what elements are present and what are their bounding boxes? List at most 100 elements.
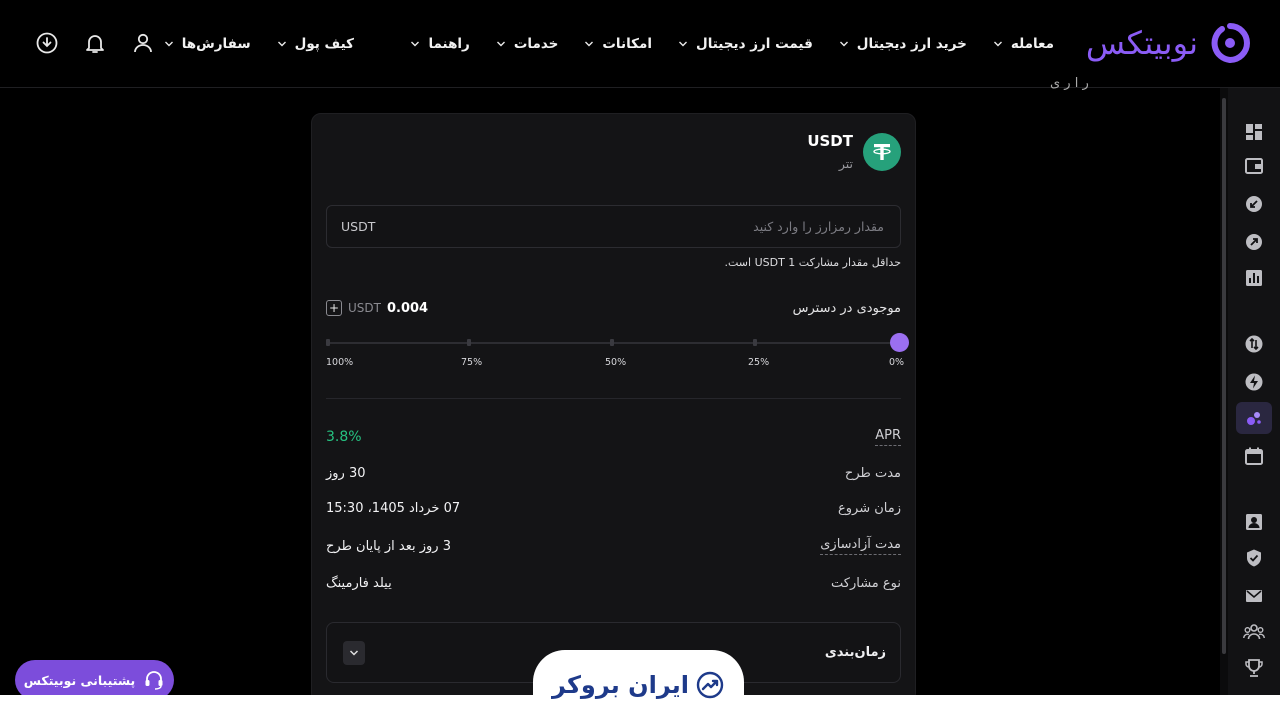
- nav-label: سفارش‌ها: [181, 36, 251, 52]
- start-time-value: 07 خرداد 1405، 15:30: [326, 500, 461, 516]
- staking-plan-card: USDT تتر USDT حداقل مقدار مشارکت USDT 1 …: [311, 113, 916, 703]
- slider-tick-25[interactable]: [752, 339, 757, 346]
- nav-label: خدمات: [513, 36, 559, 52]
- available-balance: + USDT 0.004: [326, 300, 428, 316]
- bell-icon: [86, 35, 104, 53]
- support-label: پشتیبانی نوبیتکس: [23, 672, 136, 688]
- scrollbar[interactable]: [1220, 88, 1228, 696]
- trophy-icon: [1245, 659, 1263, 677]
- available-balance-value: 0.004: [386, 300, 429, 316]
- chevron-down-icon: [349, 649, 359, 656]
- apr-value: 3.8%: [326, 429, 362, 445]
- report-icon: [1246, 270, 1262, 286]
- sidebar-item-staking[interactable]: [1236, 402, 1272, 434]
- sidebar-item-calendar[interactable]: [1240, 442, 1268, 470]
- chevron-down-icon: [164, 41, 173, 47]
- chevron-down-icon: [277, 41, 286, 47]
- sidebar-item-deposit[interactable]: [1240, 190, 1268, 218]
- support-button[interactable]: پشتیبانی نوبیتکس: [15, 660, 174, 700]
- release-value: 3 روز بعد از پایان طرح: [326, 538, 451, 554]
- slider-label-0: 0%: [889, 357, 905, 368]
- participation-type-row: نوع مشارکت ییلد فارمینگ: [326, 572, 901, 594]
- flash-icon: [1245, 373, 1263, 391]
- available-balance-row: موجودی در دسترس + USDT 0.004: [326, 298, 901, 318]
- amount-percent-slider[interactable]: [326, 332, 909, 354]
- nav-item-services[interactable]: خدمات: [496, 36, 559, 52]
- page-title-partial: ر ا ر ی: [1050, 76, 1089, 91]
- watermark-text: ایران بروکر: [552, 671, 689, 699]
- sidebar-item-wallet[interactable]: [1240, 152, 1268, 180]
- nav-item-buy-crypto[interactable]: خرید ارز دیجیتال: [839, 36, 967, 52]
- apr-label[interactable]: APR: [875, 428, 901, 446]
- nobitex-logo-icon: [1211, 23, 1250, 63]
- sidebar-item-referral[interactable]: [1240, 618, 1268, 646]
- nav-label: راهنما: [428, 36, 470, 52]
- headset-icon: [145, 671, 163, 690]
- release-row: مدت آزادسازی 3 روز بعد از پایان طرح: [326, 535, 901, 557]
- amount-input[interactable]: [526, 218, 886, 235]
- duration-row: مدت طرح 30 روز: [326, 462, 901, 484]
- sidebar-rail: [1228, 88, 1280, 696]
- min-amount-note: حداقل مقدار مشارکت USDT 1 است.: [724, 256, 901, 269]
- slider-labels: 100% 75% 50% 25% 0%: [326, 357, 905, 371]
- sidebar-item-security[interactable]: [1240, 544, 1268, 572]
- header-actions: [34, 30, 156, 56]
- sidebar-item-reports[interactable]: [1240, 264, 1268, 292]
- add-balance-button[interactable]: +: [326, 300, 342, 316]
- main-nav: معامله خرید ارز دیجیتال قیمت ارز دیجیتال…: [410, 31, 1054, 57]
- coin-name: تتر: [838, 156, 853, 171]
- sidebar-item-instant[interactable]: [1240, 368, 1268, 396]
- section-divider: [326, 398, 901, 399]
- brand-logo[interactable]: نوبیتکس: [1086, 18, 1250, 68]
- sidebar-item-rewards[interactable]: [1240, 654, 1268, 682]
- top-navbar: نوبیتکس معامله خرید ارز دیجیتال قیمت ارز…: [0, 0, 1280, 88]
- sidebar-item-dashboard[interactable]: [1240, 118, 1268, 146]
- staking-icon: [1247, 412, 1261, 425]
- slider-tick-100[interactable]: [326, 339, 330, 346]
- schedule-label: زمان‌بندی: [824, 645, 886, 660]
- amount-unit: USDT: [341, 219, 376, 234]
- download-app-button[interactable]: [34, 30, 60, 56]
- nav-item-help[interactable]: راهنما: [410, 36, 470, 52]
- sidebar-item-profile[interactable]: [1240, 508, 1268, 536]
- nav-item-features[interactable]: امکانات: [584, 36, 652, 52]
- schedule-expand-button[interactable]: [343, 640, 365, 665]
- nav-item-crypto-price[interactable]: قیمت ارز دیجیتال: [678, 36, 813, 52]
- slider-label-75: 75%: [461, 357, 483, 368]
- notifications-button[interactable]: [82, 30, 108, 56]
- brand-name: نوبیتکس: [1085, 24, 1198, 62]
- withdraw-icon: [1246, 234, 1262, 250]
- chevron-down-icon: [496, 41, 505, 47]
- trend-up-logo-icon: [696, 671, 724, 699]
- nav-label: خرید ارز دیجیتال: [856, 36, 967, 52]
- nav-label: معامله: [1010, 36, 1054, 52]
- coin-header: USDT تتر: [807, 132, 901, 171]
- release-label[interactable]: مدت آزادسازی: [820, 537, 901, 555]
- slider-tick-75[interactable]: [467, 339, 472, 346]
- apr-row: APR 3.8%: [326, 426, 901, 448]
- duration-value: 30 روز: [326, 465, 366, 481]
- user-nav: کیف پول سفارش‌ها: [164, 31, 354, 57]
- scrollbar-thumb[interactable]: [1222, 98, 1226, 654]
- sidebar-item-messages[interactable]: [1240, 582, 1268, 610]
- slider-label-100: 100%: [326, 357, 354, 368]
- sidebar-item-withdraw[interactable]: [1240, 228, 1268, 256]
- duration-label: مدت طرح: [844, 465, 901, 481]
- nav-item-trade[interactable]: معامله: [993, 36, 1054, 52]
- slider-thumb[interactable]: [890, 333, 909, 352]
- participation-type-value: ییلد فارمینگ: [326, 575, 392, 591]
- slider-tick-50[interactable]: [610, 339, 615, 346]
- sidebar-item-exchange[interactable]: [1240, 330, 1268, 358]
- coin-logo: [863, 133, 901, 171]
- tether-icon: [873, 144, 891, 160]
- chevron-down-icon: [585, 41, 594, 47]
- amount-field: USDT: [326, 205, 901, 248]
- calendar-icon: [1245, 447, 1263, 465]
- exchange-icon: [1245, 335, 1263, 353]
- nav-item-orders[interactable]: سفارش‌ها: [164, 36, 251, 52]
- download-app-icon: [36, 32, 58, 54]
- participation-type-label: نوع مشارکت: [831, 575, 901, 591]
- deposit-icon: [1246, 196, 1262, 212]
- profile-button[interactable]: [130, 30, 156, 56]
- nav-item-wallet[interactable]: کیف پول: [277, 36, 354, 52]
